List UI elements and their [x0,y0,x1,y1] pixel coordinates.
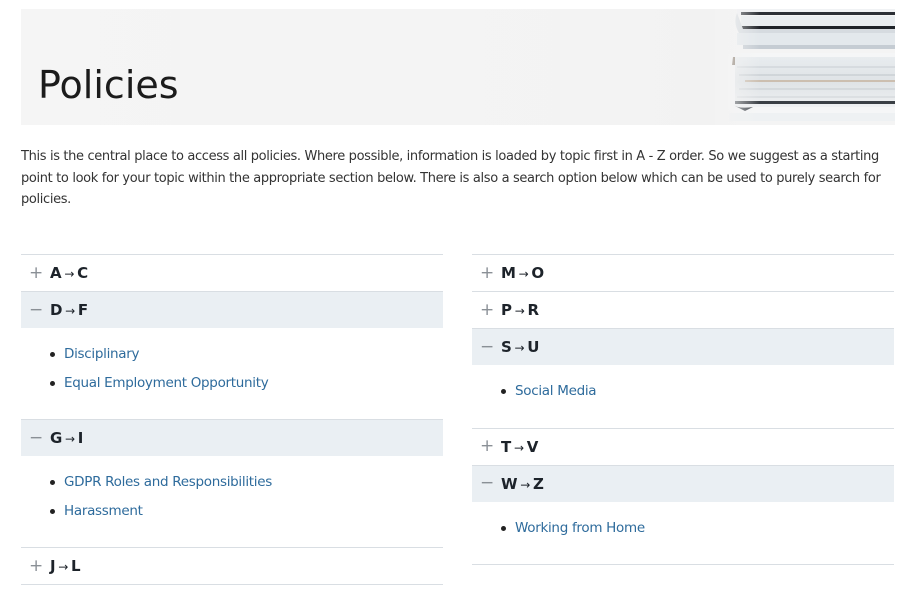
policy-link-gdpr-roles[interactable]: GDPR Roles and Responsibilities [64,474,272,490]
accordion-label: A → C [50,264,88,282]
accordion-body-g-i: GDPR Roles and Responsibilities Harassme… [21,456,443,547]
accordion-header-p-r[interactable]: + P → R [472,292,894,328]
arrow-right-icon: → [520,477,531,492]
minus-icon: − [29,427,44,448]
list-item: GDPR Roles and Responsibilities [50,471,443,500]
accordion-label: G → I [50,429,84,447]
arrow-right-icon: → [514,341,525,355]
accordion-header-d-f[interactable]: − D → F [21,292,443,328]
accordion-body-d-f: Disciplinary Equal Employment Opportunit… [21,328,443,419]
policy-link-equal-employment-opportunity[interactable]: Equal Employment Opportunity [64,375,269,391]
list-item: Social Media [501,380,894,409]
accordion-body-s-u: Social Media [472,365,894,428]
accordion-section-d-f: − D → F Disciplinary Equal Employment Oppo… [21,291,443,419]
accordion-header-j-l[interactable]: + J → L [21,548,443,584]
plus-icon: + [480,436,495,456]
books-stack-image [715,9,895,125]
accordion-section-m-o: + M → O [472,254,894,291]
arrow-right-icon: → [513,440,524,455]
accordion-label: S → U [501,338,540,356]
arrow-right-icon: → [58,560,69,574]
plus-icon: + [29,262,44,283]
policy-link-harassment[interactable]: Harassment [64,503,143,519]
arrow-right-icon: → [518,267,529,281]
minus-icon: − [480,473,495,493]
accordion-right-column: + M → O + P → R − S → U Social Media + T → V − [472,254,894,565]
page-title: Policies [38,63,179,107]
accordion-label: T → V [501,437,539,456]
accordion-label: D → F [50,301,88,319]
accordion-section-t-v: + T → V [472,427,894,465]
plus-icon: + [29,555,44,576]
accordion-section-g-i: − G → I GDPR Roles and Responsibilities Ha… [21,419,443,547]
policy-link-social-media[interactable]: Social Media [515,383,597,399]
accordion-section-p-r: + P → R [472,291,894,328]
accordion-label: P → R [501,301,539,319]
arrow-right-icon: → [64,267,75,281]
accordion-section-a-c: + A → C [21,254,443,291]
arrow-right-icon: → [65,432,75,446]
divider [21,584,443,585]
intro-text: This is the central place to access all … [21,149,881,207]
arrow-right-icon: → [514,304,525,318]
accordion-header-s-u[interactable]: − S → U [472,329,894,365]
plus-icon: + [480,299,495,320]
minus-icon: − [29,299,44,320]
list-item: Working from Home [501,517,894,546]
accordion-label: W → Z [501,474,544,493]
list-item: Equal Employment Opportunity [50,372,443,401]
arrow-right-icon: → [65,304,75,318]
accordion-left-column: + A → C − D → F Disciplinary Equal Employmen… [21,254,443,585]
accordion-header-t-v[interactable]: + T → V [472,429,894,465]
accordion-header-g-i[interactable]: − G → I [21,420,443,456]
minus-icon: − [480,336,495,357]
accordion-section-s-u: − S → U Social Media [472,328,894,428]
divider [472,564,894,565]
list-item: Disciplinary [50,343,443,372]
policy-link-working-from-home[interactable]: Working from Home [515,520,645,536]
accordion-header-a-c[interactable]: + A → C [21,255,443,291]
policy-link-disciplinary[interactable]: Disciplinary [64,346,140,362]
accordion-header-m-o[interactable]: + M → O [472,255,894,291]
accordion-section-w-z: − W → Z Working from Home [472,464,894,565]
page-banner: Policies [21,9,895,125]
accordion-section-j-l: + J → L [21,547,443,584]
plus-icon: + [480,262,495,283]
accordion-label: M → O [501,264,544,282]
accordion-body-w-z: Working from Home [472,502,894,565]
list-item: Harassment [50,500,443,529]
accordion-label: J → L [50,557,81,575]
accordion-header-w-z[interactable]: − W → Z [472,465,894,502]
